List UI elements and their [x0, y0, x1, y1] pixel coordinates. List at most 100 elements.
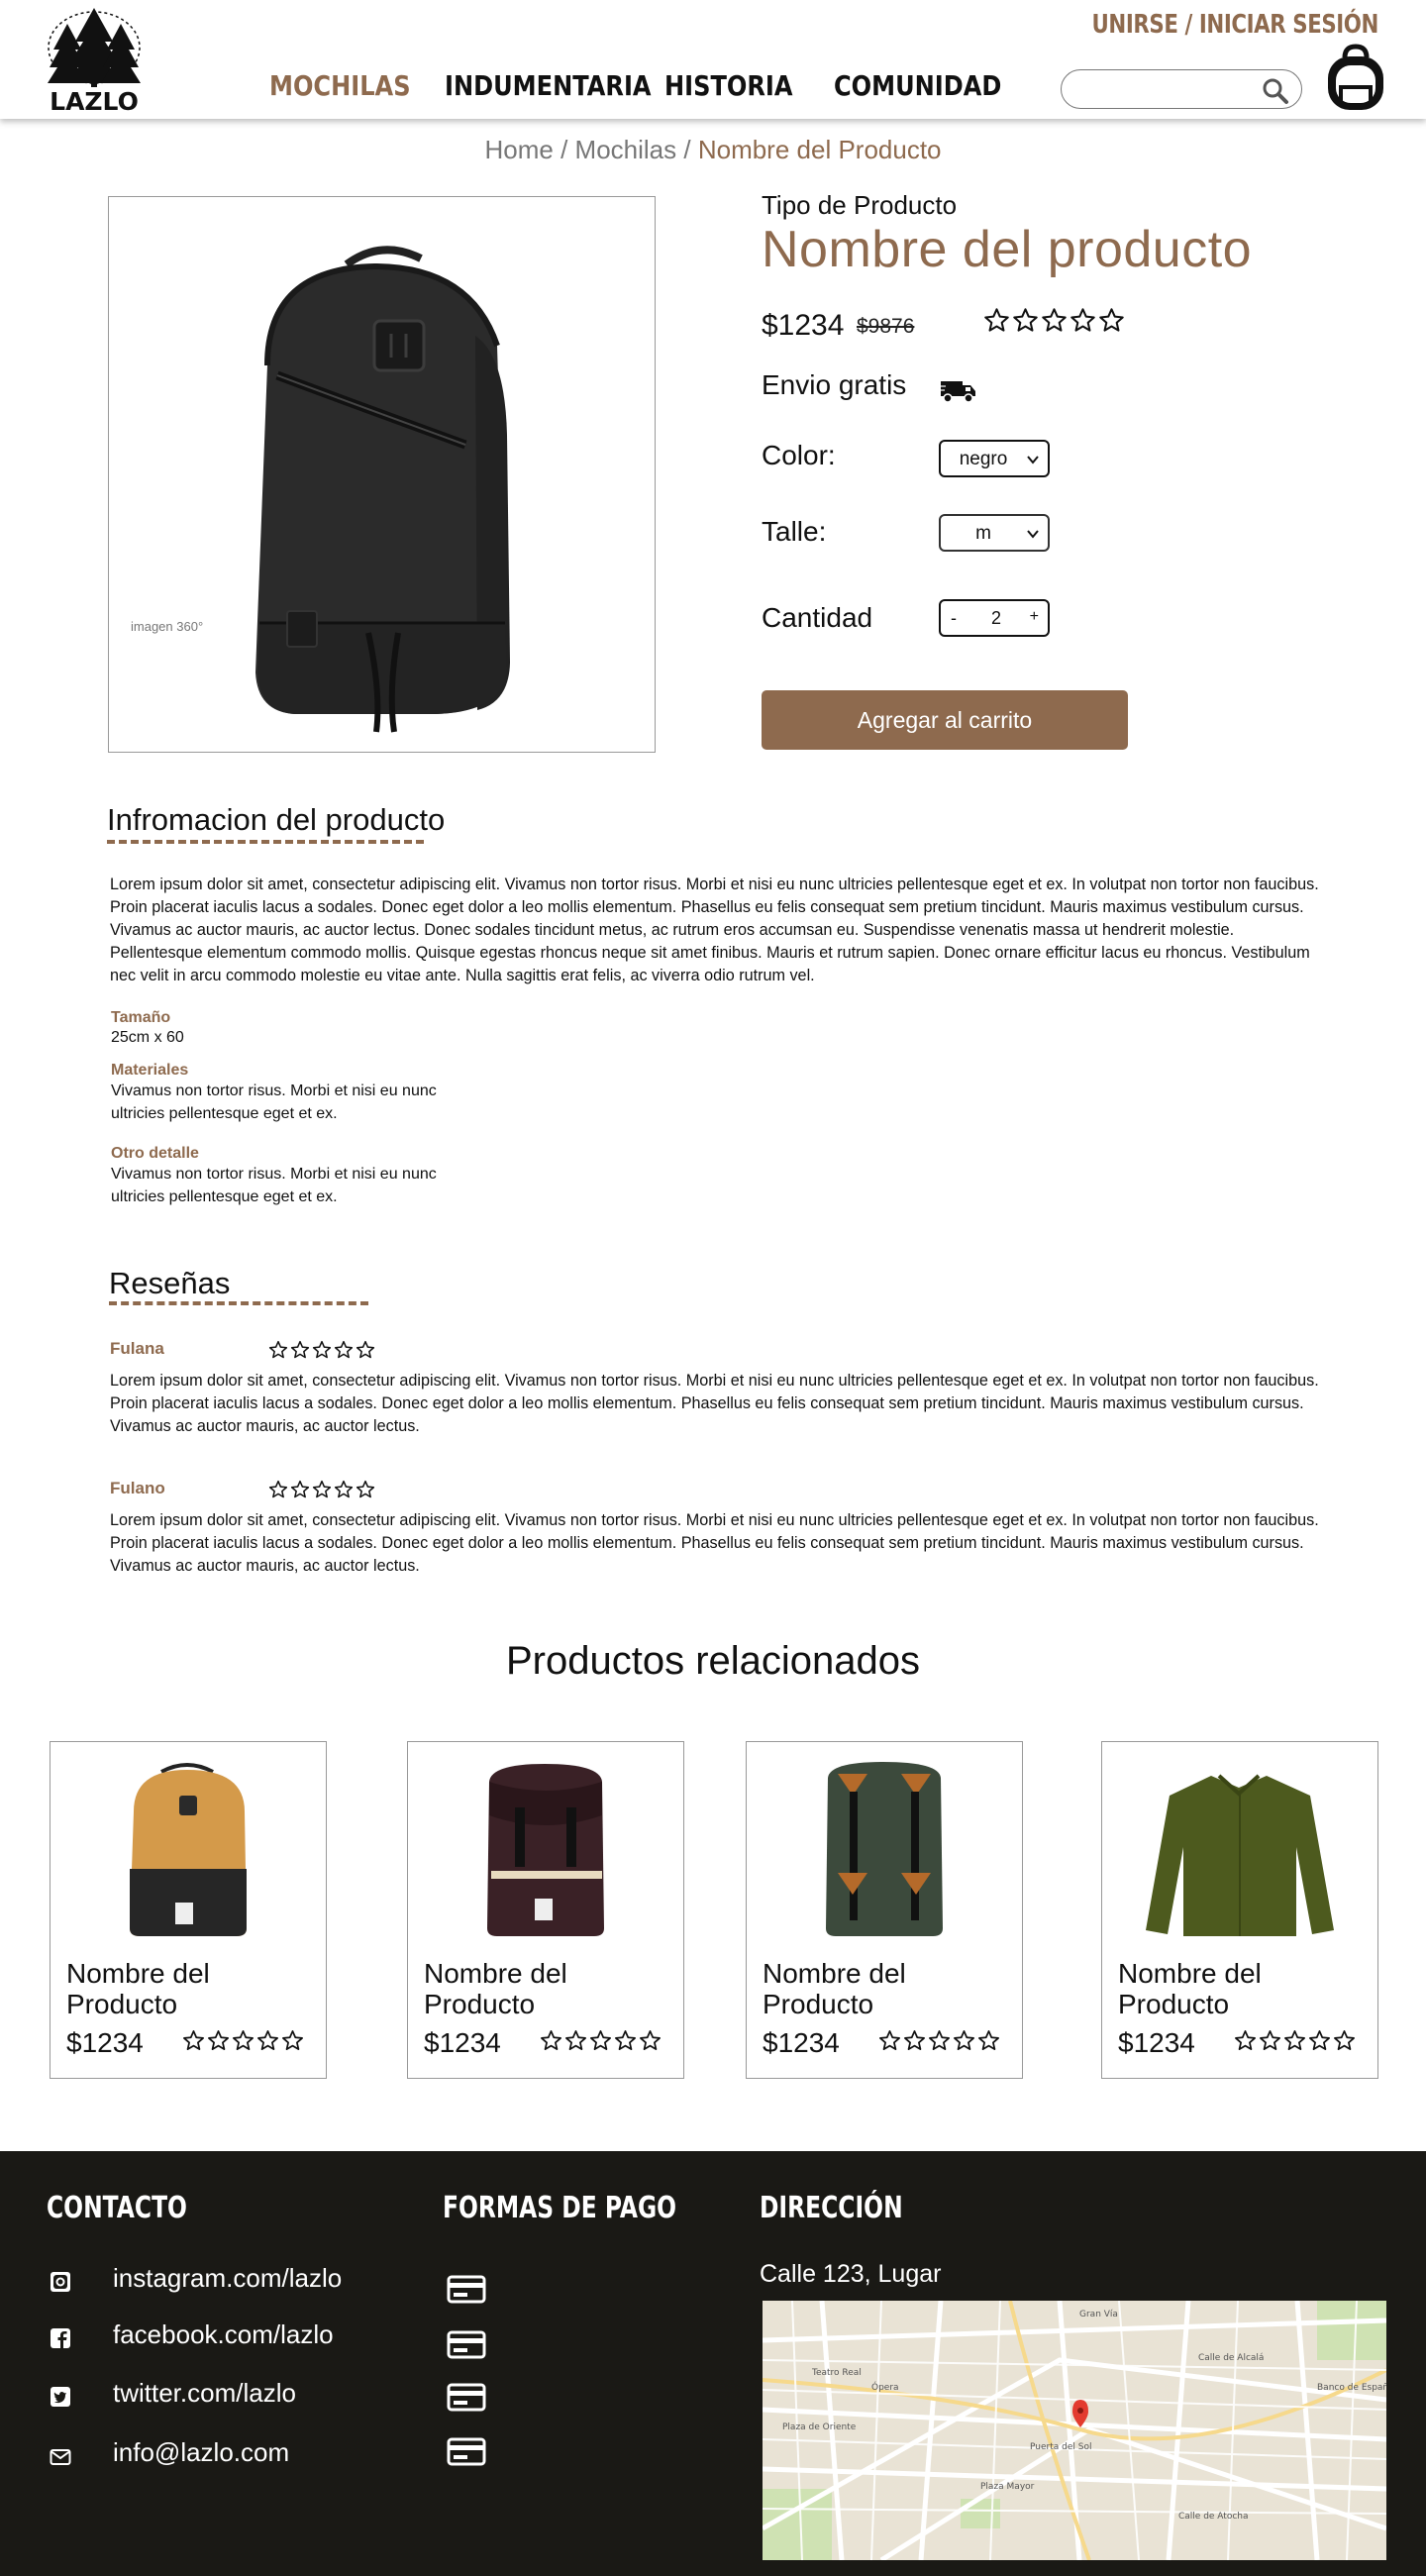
credit-card-icon [447, 2330, 486, 2359]
related-product-card[interactable]: Nombre del Producto $1234 [746, 1741, 1023, 2079]
color-select-value: negro [959, 449, 1008, 469]
quantity-increment-button[interactable]: + [1030, 608, 1039, 626]
related-product-price: $1234 [424, 2027, 501, 2058]
related-product-card[interactable]: Nombre del Producto $1234 [1101, 1741, 1378, 2079]
add-to-cart-button[interactable]: Agregar al carrito [762, 690, 1128, 750]
truck-icon [940, 381, 975, 403]
tan-backpack-image [130, 1763, 247, 1936]
review-rating [268, 1340, 375, 1360]
location-map[interactable]: Puerta del Sol Plaza Mayor Gran Vía Óper… [763, 2301, 1386, 2560]
related-product-rating [878, 2029, 1000, 2052]
search-icon[interactable] [1262, 77, 1289, 105]
quantity-stepper[interactable]: - 2 + [939, 599, 1050, 637]
search-input[interactable] [1077, 78, 1256, 100]
breadcrumb: Home / Mochilas / Nombre del Producto [0, 135, 1426, 165]
map-label: Plaza de Oriente [782, 2422, 857, 2432]
materials-value: Vivamus non tortor risus. Morbi et nisi … [111, 1082, 437, 1122]
map-label: Plaza Mayor [980, 2482, 1035, 2492]
twitter-icon[interactable] [49, 2385, 72, 2409]
nav-historia[interactable]: HISTORIA [664, 69, 792, 102]
instagram-link[interactable]: instagram.com/lazlo [113, 2263, 342, 2294]
related-product-name: Nombre del Producto [763, 1958, 906, 2019]
star-icon [334, 1340, 354, 1359]
map-label: Calle de Alcalá [1198, 2353, 1264, 2363]
store-address: Calle 123, Lugar [760, 2260, 942, 2288]
product-info-title: Infromacion del producto [107, 802, 446, 837]
cart-backpack-icon[interactable] [1323, 44, 1388, 113]
map-label: Gran Vía [1079, 2310, 1118, 2319]
star-icon [640, 2030, 661, 2050]
star-icon [233, 2030, 254, 2050]
search-box[interactable] [1061, 69, 1302, 109]
credit-card-icon [447, 2275, 486, 2304]
related-product-rating [1234, 2029, 1356, 2052]
email-link[interactable]: info@lazlo.com [113, 2437, 289, 2468]
star-icon[interactable] [983, 307, 1010, 334]
map-label: Teatro Real [811, 2368, 862, 2378]
breadcrumb-mochilas[interactable]: Mochilas [575, 135, 677, 164]
instagram-icon[interactable] [49, 2270, 72, 2294]
star-icon [904, 2030, 925, 2050]
nav-mochilas[interactable]: MOCHILAS [269, 69, 411, 102]
star-icon [356, 1340, 375, 1359]
color-label: Color: [762, 440, 836, 470]
nav-comunidad[interactable]: COMUNIDAD [834, 69, 1001, 102]
star-icon [565, 2030, 586, 2050]
related-product-name: Nombre del Producto [1118, 1958, 1262, 2019]
contact-title: CONTACTO [47, 2191, 187, 2225]
image-360-caption: imagen 360° [131, 619, 204, 634]
star-icon [1334, 2030, 1355, 2050]
materials-label: Materiales [111, 1062, 189, 1079]
star-icon[interactable] [1012, 307, 1039, 334]
related-products-title: Productos relacionados [505, 1639, 921, 1683]
section-underline [109, 1301, 368, 1305]
star-icon [1235, 2030, 1256, 2050]
star-icon [879, 2030, 900, 2050]
breadcrumb-current: Nombre del Producto [697, 135, 942, 164]
twitter-link[interactable]: twitter.com/lazlo [113, 2378, 296, 2409]
login-register-link[interactable]: UNIRSE / INICIAR SESIÓN [1092, 10, 1379, 40]
review-text: Lorem ipsum dolor sit amet, consectetur … [110, 1511, 1319, 1575]
star-icon[interactable] [1098, 307, 1125, 334]
star-icon [615, 2030, 636, 2050]
product-rating[interactable] [983, 307, 1125, 334]
star-icon [290, 1480, 310, 1498]
credit-card-icon [447, 2437, 486, 2466]
breadcrumb-separator: / [560, 135, 568, 164]
olive-shirt-image [1146, 1774, 1334, 1936]
related-product-card[interactable]: Nombre del Producto $1234 [407, 1741, 684, 2079]
color-select[interactable]: negro [939, 440, 1050, 477]
review-author: Fulano [110, 1479, 165, 1497]
chevron-down-icon [1027, 530, 1039, 539]
star-icon [978, 2030, 999, 2050]
facebook-link[interactable]: facebook.com/lazlo [113, 2319, 334, 2350]
star-icon[interactable] [1041, 307, 1068, 334]
site-header: LAZLO UNIRSE / INICIAR SESIÓN MOCHILAS I… [0, 0, 1426, 119]
map-label: Calle de Atocha [1178, 2512, 1249, 2522]
product-price: $1234 [762, 309, 845, 342]
pine-trees-logo-icon [48, 8, 141, 87]
related-product-price: $1234 [763, 2027, 840, 2058]
nav-indumentaria[interactable]: INDUMENTARIA [445, 69, 652, 102]
site-footer: CONTACTO FORMAS DE PAGO DIRECCIÓN instag… [0, 2151, 1426, 2576]
star-icon [282, 2030, 303, 2050]
dark-brown-rucksack-image [487, 1764, 604, 1936]
facebook-icon[interactable] [49, 2326, 72, 2350]
breadcrumb-separator: / [683, 135, 691, 164]
product-image-360[interactable]: imagen 360° [108, 196, 656, 753]
brand-logo[interactable]: LAZLO [40, 2, 149, 117]
related-product-price: $1234 [1118, 2027, 1195, 2058]
related-product-name: Nombre del Producto [66, 1958, 210, 2019]
related-product-card[interactable]: Nombre del Producto $1234 [50, 1741, 327, 2079]
green-rucksack-image [826, 1762, 943, 1936]
address-title: DIRECCIÓN [760, 2191, 903, 2225]
street-map: Puerta del Sol Plaza Mayor Gran Vía Óper… [763, 2301, 1386, 2560]
breadcrumb-home[interactable]: Home [484, 135, 553, 164]
map-label: Banco de España [1317, 2383, 1386, 2393]
product-type: Tipo de Producto [762, 190, 958, 220]
star-icon[interactable] [1070, 307, 1096, 334]
size-select[interactable]: m [939, 514, 1050, 552]
related-product-name: Nombre del Producto [424, 1958, 567, 2019]
map-label: Ópera [871, 2381, 899, 2393]
mail-icon[interactable] [49, 2445, 72, 2469]
